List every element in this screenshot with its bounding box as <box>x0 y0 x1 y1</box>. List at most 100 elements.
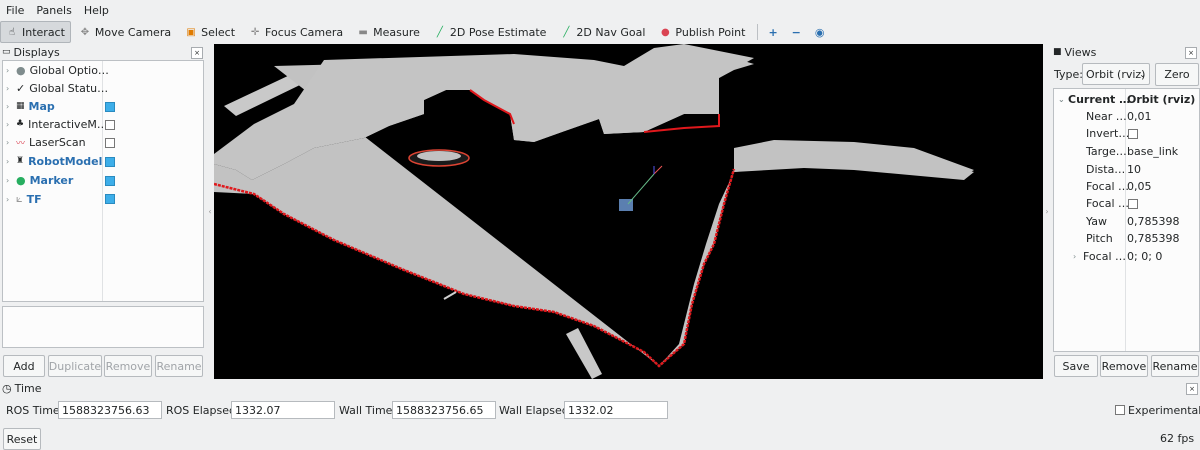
tf-axis <box>653 165 663 175</box>
rename-view-button[interactable]: Rename <box>1151 355 1199 377</box>
prop-yaw-value[interactable]: 0,785398 <box>1127 212 1180 230</box>
prop-focal-shape-fixed: Focal … <box>1086 196 1130 210</box>
display-item-laserscan[interactable]: › 〰 LaserScan <box>6 133 86 151</box>
prop-distance-value[interactable]: 10 <box>1127 160 1141 178</box>
close-icon[interactable]: × <box>1185 47 1197 59</box>
prop-focal-shape-size: Focal … <box>1086 179 1130 193</box>
display-item-global-options[interactable]: › ● Global Optio… <box>6 61 109 79</box>
tool-measure[interactable]: ▬ Measure <box>351 21 426 43</box>
display-item-marker[interactable]: › ● Marker <box>6 171 73 189</box>
marker-enabled-checkbox[interactable] <box>105 176 115 186</box>
robotmodel-enabled-checkbox[interactable] <box>105 157 115 167</box>
focus-camera-icon: ✛ <box>250 26 260 38</box>
tool-interact[interactable]: ☝ Interact <box>0 21 71 43</box>
move-camera-icon: ✥ <box>80 26 90 38</box>
laser-icon: 〰 <box>16 138 26 149</box>
add-tool-button[interactable]: + <box>762 21 783 43</box>
prop-near-clip-value[interactable]: 0,01 <box>1127 107 1152 125</box>
fps-counter: 62 fps <box>1160 431 1195 445</box>
laserscan-enabled-checkbox[interactable] <box>105 138 115 148</box>
occupancy-map <box>214 44 974 379</box>
prop-target-frame-value[interactable]: base_link <box>1127 142 1178 160</box>
prop-pitch-value[interactable]: 0,785398 <box>1127 229 1180 247</box>
expand-arrow-icon[interactable]: › <box>6 120 16 129</box>
menu-panels[interactable]: Panels <box>30 4 77 17</box>
rename-display-button[interactable]: Rename <box>155 355 203 377</box>
expand-arrow-icon[interactable]: › <box>6 102 16 111</box>
tool-focus-camera[interactable]: ✛ Focus Camera <box>243 21 349 43</box>
invert-z-checkbox[interactable] <box>1128 129 1138 139</box>
map-enabled-checkbox[interactable] <box>105 102 115 112</box>
ros-elapsed-field[interactable]: 1332.07 <box>231 401 335 419</box>
remove-view-button[interactable]: Remove <box>1100 355 1148 377</box>
map-icon: ▦ <box>16 101 25 111</box>
menubar: File Panels Help <box>0 0 1200 20</box>
prop-pitch: Pitch <box>1086 231 1113 245</box>
tf-axis <box>627 173 655 205</box>
monitor-icon: ▭ <box>2 47 11 57</box>
collapse-arrow-icon[interactable]: ⌄ <box>1058 95 1068 104</box>
interactive-markers-enabled-checkbox[interactable] <box>105 120 115 130</box>
focal-shape-fixed-checkbox[interactable] <box>1128 199 1138 209</box>
expand-arrow-icon[interactable]: › <box>6 84 16 93</box>
camera-icon: ■ <box>1053 47 1062 57</box>
wall-time-field[interactable]: 1588323756.65 <box>392 401 496 419</box>
display-item-tf[interactable]: › ⟀ TF <box>6 190 42 208</box>
prop-near-clip: Near … <box>1086 109 1127 123</box>
expand-arrow-icon[interactable]: › <box>6 176 16 185</box>
reset-button[interactable]: Reset <box>3 428 41 450</box>
ruler-icon: ▬ <box>358 26 368 38</box>
save-view-button[interactable]: Save <box>1054 355 1098 377</box>
prop-focal-shape-size-value[interactable]: 0,05 <box>1127 177 1152 195</box>
ros-time-field[interactable]: 1588323756.63 <box>58 401 162 419</box>
display-description <box>2 306 204 348</box>
zero-view-button[interactable]: Zero <box>1155 63 1199 86</box>
chevron-down-icon: ⌄ <box>1139 69 1146 79</box>
view-type-select[interactable]: Orbit (rviz) ⌄ <box>1082 63 1150 85</box>
close-icon[interactable]: × <box>191 47 203 59</box>
close-icon[interactable]: × <box>1186 383 1198 395</box>
map-free-space <box>734 140 974 176</box>
green-arrow-icon: ╱ <box>563 26 570 38</box>
menu-file[interactable]: File <box>0 4 30 17</box>
wall-elapsed-field[interactable]: 1332.02 <box>564 401 668 419</box>
current-view-header[interactable]: ⌄ Current … <box>1058 90 1130 108</box>
view-type-label: Type: <box>1054 67 1083 81</box>
wall-time-label: Wall Time: <box>339 403 397 417</box>
expand-arrow-icon[interactable]: › <box>6 138 16 147</box>
duplicate-display-button[interactable]: Duplicate <box>48 355 102 377</box>
add-display-button[interactable]: Add <box>3 355 45 377</box>
tool-move-camera[interactable]: ✥ Move Camera <box>73 21 177 43</box>
interactive-markers-icon: ♣ <box>16 119 25 129</box>
tf-enabled-checkbox[interactable] <box>105 194 115 204</box>
experimental-checkbox[interactable] <box>1115 405 1125 415</box>
tool-publish-point[interactable]: ● Publish Point <box>653 21 751 43</box>
remove-display-button[interactable]: Remove <box>104 355 152 377</box>
current-view-type: Orbit (rviz) <box>1127 92 1196 106</box>
display-item-map[interactable]: › ▦ Map <box>6 97 55 115</box>
tool-2d-pose-estimate[interactable]: ╱ 2D Pose Estimate <box>428 21 553 43</box>
expand-arrow-icon[interactable]: › <box>6 66 16 75</box>
expand-arrow-icon[interactable]: › <box>6 195 16 204</box>
toolbar: ☝ Interact ✥ Move Camera ▣ Select ✛ Focus Ca… <box>0 20 1200 44</box>
right-splitter-handle[interactable]: › <box>1043 44 1051 379</box>
tool-2d-nav-goal[interactable]: ╱ 2D Nav Goal <box>554 21 651 43</box>
prop-focal-point-value[interactable]: 0; 0; 0 <box>1127 247 1162 265</box>
remove-tool-button[interactable]: − <box>786 21 807 43</box>
tool-properties-button[interactable]: ◉ <box>809 21 831 43</box>
expand-arrow-icon[interactable]: › <box>6 157 16 166</box>
tree-column-divider <box>102 61 103 301</box>
display-item-interactive-markers[interactable]: › ♣ InteractiveM… <box>6 115 108 133</box>
left-splitter-handle[interactable]: ‹ <box>206 44 214 379</box>
menu-help[interactable]: Help <box>78 4 115 17</box>
plus-icon: + <box>768 25 778 39</box>
display-item-robotmodel[interactable]: › ♜ RobotModel <box>6 152 102 170</box>
expand-arrow-icon[interactable]: › <box>1073 252 1083 261</box>
ros-elapsed-label: ROS Elapsed: <box>166 403 240 417</box>
prop-target-frame: Targe… <box>1086 144 1127 158</box>
render-viewport[interactable] <box>214 44 1043 379</box>
prop-focal-point[interactable]: › Focal … <box>1073 247 1126 265</box>
tool-select[interactable]: ▣ Select <box>179 21 241 43</box>
minus-icon: − <box>791 25 801 39</box>
display-item-global-status[interactable]: › ✓ Global Statu… <box>6 79 108 97</box>
